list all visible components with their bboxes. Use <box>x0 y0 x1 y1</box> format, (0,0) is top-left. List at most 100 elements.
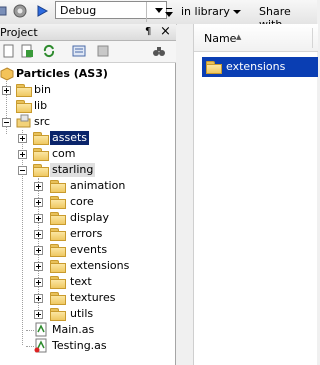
add-file-icon[interactable] <box>20 44 34 58</box>
folder-icon <box>206 61 222 74</box>
folder-icon <box>50 196 66 209</box>
tree-item-label: lib <box>34 99 48 112</box>
project-panel-header: Project ¶ × <box>0 24 176 41</box>
pin-icon[interactable]: ¶ <box>145 26 151 37</box>
source-folder-icon <box>16 114 31 128</box>
navigation-pane-edge <box>177 24 193 365</box>
properties-icon[interactable] <box>72 44 86 58</box>
tree-item-label: Testing.as <box>52 339 107 352</box>
expand-icon[interactable] <box>18 134 27 143</box>
expand-icon[interactable] <box>34 230 43 239</box>
tree-item-label: core <box>70 195 94 208</box>
chevron-down-icon[interactable] <box>233 10 241 14</box>
run-arrow-icon[interactable] <box>34 3 50 19</box>
tree-item-bin[interactable]: bin <box>0 82 176 98</box>
include-in-library-menu[interactable]: in library <box>181 5 230 18</box>
settings-gear-icon[interactable] <box>12 3 28 19</box>
library-file-list: Name ▲ extensions <box>193 24 318 365</box>
collapse-icon[interactable] <box>18 166 27 175</box>
folder-icon <box>50 308 66 321</box>
tree-item-label: starling <box>50 163 96 177</box>
tree-item-label: events <box>70 243 108 256</box>
folder-icon <box>33 164 49 177</box>
expand-icon[interactable] <box>34 310 43 319</box>
project-toolbar <box>0 41 176 63</box>
expand-icon[interactable] <box>34 182 43 191</box>
folder-icon <box>50 292 66 305</box>
tree-item-src[interactable]: src <box>0 114 176 130</box>
tree-item-textures[interactable]: textures <box>0 290 176 306</box>
tree-item-lib[interactable]: lib <box>0 98 176 114</box>
expand-icon[interactable] <box>18 150 27 159</box>
tree-item-assets[interactable]: assets <box>0 130 176 146</box>
project-panel-title: Project <box>0 26 38 39</box>
search-binoculars-icon[interactable] <box>152 44 166 58</box>
tree-item-animation[interactable]: animation <box>0 178 176 194</box>
tree-item-label: assets <box>50 131 90 145</box>
folder-icon <box>50 212 66 225</box>
tree-item-label: src <box>34 115 51 128</box>
tree-item-main-as[interactable]: Main.as <box>0 322 176 338</box>
folder-icon <box>50 228 66 241</box>
collapse-icon[interactable] <box>2 118 11 127</box>
folder-icon <box>33 132 49 145</box>
expand-icon[interactable] <box>34 294 43 303</box>
tree-item-errors[interactable]: errors <box>0 226 176 242</box>
partial-toolbar-icon[interactable] <box>0 3 10 19</box>
tree-item-label: display <box>70 211 110 224</box>
tree-item-label: bin <box>34 83 52 96</box>
tree-item-utils[interactable]: utils <box>0 306 176 322</box>
actionscript-main-file-icon <box>34 338 47 353</box>
expand-icon[interactable] <box>34 278 43 287</box>
column-header-label: Name <box>204 32 237 45</box>
folder-icon <box>33 148 49 161</box>
expand-icon[interactable] <box>34 198 43 207</box>
tree-item-label: Main.as <box>52 323 95 336</box>
refresh-icon[interactable] <box>42 44 56 58</box>
folder-icon <box>50 260 66 273</box>
tree-item-display[interactable]: display <box>0 210 176 226</box>
tree-item-label: utils <box>70 307 94 320</box>
library-command-bar: in library Share with <box>177 0 317 31</box>
tree-item-testing-as[interactable]: Testing.as <box>0 338 176 354</box>
close-icon[interactable]: × <box>160 24 171 39</box>
expand-icon[interactable] <box>2 86 11 95</box>
tree-item-com[interactable]: com <box>0 146 176 162</box>
column-divider[interactable] <box>312 28 313 48</box>
project-root-label: Particles (AS3) <box>16 67 108 80</box>
tree-item-label: textures <box>70 291 116 304</box>
library-item-extensions[interactable]: extensions <box>202 57 318 77</box>
project-package-icon <box>0 67 14 81</box>
folder-icon <box>50 180 66 193</box>
expand-icon[interactable] <box>34 214 43 223</box>
tree-item-events[interactable]: events <box>0 242 176 258</box>
tree-item-starling[interactable]: starling <box>0 162 176 178</box>
tree-item-text[interactable]: text <box>0 274 176 290</box>
new-file-icon[interactable] <box>2 44 16 58</box>
folder-icon <box>50 244 66 257</box>
build-config-select[interactable]: Debug <box>55 1 167 19</box>
build-config-value: Debug <box>60 4 97 17</box>
tree-item-label: com <box>52 147 76 160</box>
tree-item-extensions[interactable]: extensions <box>0 258 176 274</box>
hidden-files-icon[interactable] <box>96 44 110 58</box>
toolbar-overflow-arrow-icon[interactable] <box>164 6 174 20</box>
sort-ascending-icon: ▲ <box>236 33 242 41</box>
project-panel: Project ¶ × Particles (AS3) bin lib src … <box>0 24 176 365</box>
actionscript-file-icon <box>35 322 47 337</box>
expand-icon[interactable] <box>34 246 43 255</box>
tree-item-label: extensions <box>70 259 130 272</box>
folder-icon <box>16 100 32 113</box>
toolbar-separator <box>146 2 147 22</box>
tree-item-label: animation <box>70 179 126 192</box>
tree-item-label: text <box>70 275 92 288</box>
library-item-label: extensions <box>226 60 286 73</box>
expand-icon[interactable] <box>34 262 43 271</box>
folder-icon <box>50 276 66 289</box>
column-header-name[interactable]: Name ▲ <box>194 24 318 52</box>
tree-item-project-root[interactable]: Particles (AS3) <box>0 66 176 82</box>
tree-item-core[interactable]: core <box>0 194 176 210</box>
tree-item-label: errors <box>70 227 103 240</box>
chevron-down-icon <box>155 8 163 13</box>
folder-icon <box>16 84 32 97</box>
